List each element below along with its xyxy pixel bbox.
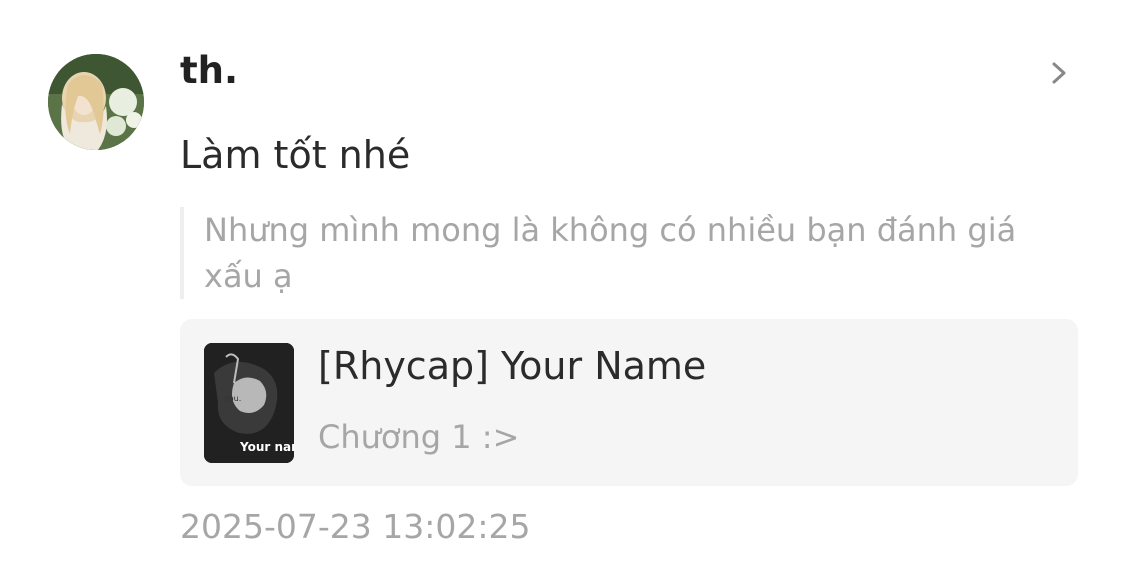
username[interactable]: th. bbox=[180, 48, 238, 94]
chevron-right-icon[interactable] bbox=[1046, 58, 1072, 88]
quoted-reply: Nhưng mình mong là không có nhiều bạn đá… bbox=[180, 207, 1074, 299]
book-card[interactable]: you. Your name [Rhycap] Your Name Chương… bbox=[180, 319, 1078, 486]
book-chapter: Chương 1 :> bbox=[318, 418, 520, 456]
book-title: [Rhycap] Your Name bbox=[318, 344, 707, 388]
comment-text: Làm tốt nhé bbox=[180, 133, 411, 177]
avatar-image bbox=[48, 54, 144, 150]
book-cover: you. Your name bbox=[204, 343, 294, 463]
user-avatar[interactable] bbox=[48, 54, 144, 150]
cover-title: Your name bbox=[239, 440, 294, 454]
comment-timestamp: 2025-07-23 13:02:25 bbox=[180, 507, 531, 546]
svg-text:you.: you. bbox=[224, 394, 241, 403]
